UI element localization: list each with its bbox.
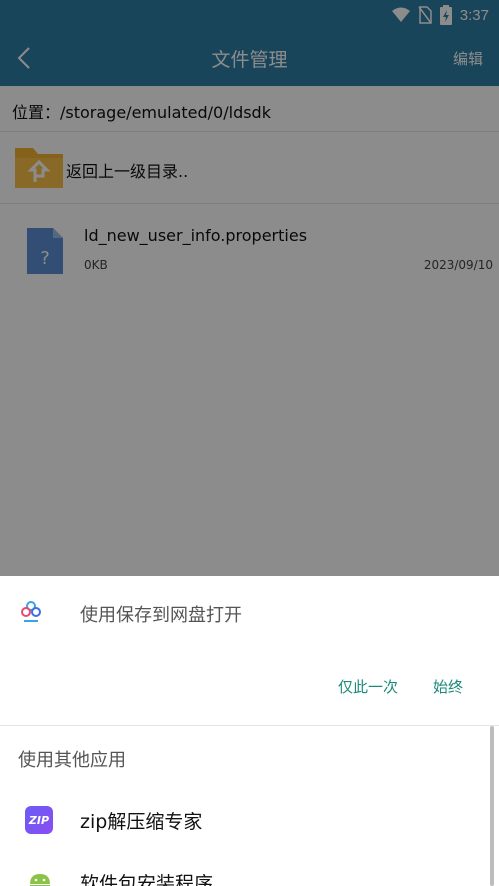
cloud-disk-icon bbox=[21, 601, 41, 622]
default-app-row[interactable]: 使用保存到网盘打开 bbox=[0, 576, 499, 648]
app-item-label: 软件包安装程序 bbox=[80, 873, 214, 886]
android-icon bbox=[30, 874, 50, 886]
always-button[interactable]: 始终 bbox=[433, 676, 463, 697]
zip-app-icon: ZIP bbox=[25, 806, 53, 834]
app-item-package-installer[interactable]: 软件包安装程序 bbox=[0, 854, 499, 886]
dialog-scrim[interactable] bbox=[0, 0, 499, 576]
divider bbox=[0, 725, 499, 726]
app-item-zip[interactable]: ZIP zip解压缩专家 bbox=[0, 792, 499, 848]
default-app-label: 使用保存到网盘打开 bbox=[80, 605, 242, 626]
scrollbar[interactable] bbox=[490, 726, 494, 886]
app-item-label: zip解压缩专家 bbox=[80, 811, 203, 833]
other-apps-header: 使用其他应用 bbox=[18, 750, 126, 771]
app-chooser-sheet: 使用保存到网盘打开 仅此一次 始终 使用其他应用 ZIP zip解压缩专家 软件… bbox=[0, 576, 499, 886]
just-once-button[interactable]: 仅此一次 bbox=[338, 676, 398, 697]
